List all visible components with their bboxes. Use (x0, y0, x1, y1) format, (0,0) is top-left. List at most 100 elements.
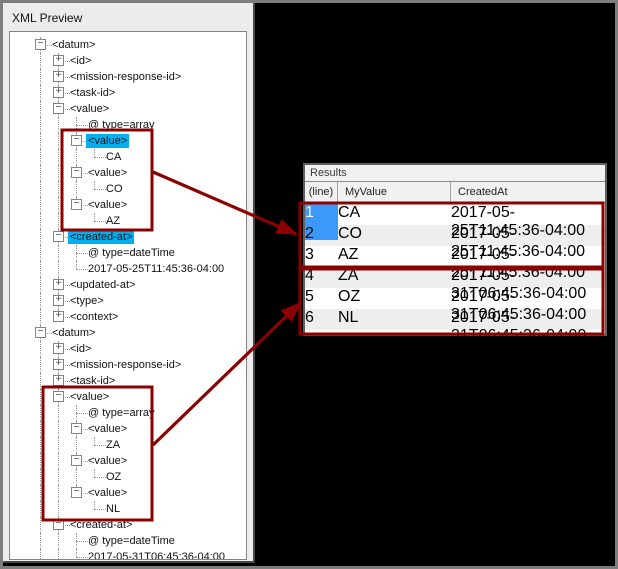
xml-tree[interactable]: − <datum> + <id> + <mission-response-id> + <tas… (9, 31, 247, 560)
tree-row[interactable]: − <value> (10, 485, 246, 501)
tree-row[interactable]: + <context> (10, 309, 246, 325)
tree-node-label[interactable]: CO (104, 182, 125, 196)
column-header-line[interactable]: (line) (305, 182, 338, 203)
tree-node-label[interactable]: <context> (68, 310, 120, 324)
tree-row[interactable]: ZA (10, 437, 246, 453)
tree-node-label[interactable]: NL (104, 502, 122, 516)
tree-node-label[interactable]: <mission-response-id> (68, 358, 183, 372)
expand-toggle-icon[interactable]: + (53, 71, 64, 82)
tree-row[interactable]: − <created-at> (10, 517, 246, 533)
tree-row[interactable]: 2017-05-31T06:45:36-04:00 (10, 549, 246, 559)
tree-node-label[interactable]: <task-id> (68, 374, 117, 388)
collapse-toggle-icon[interactable]: − (53, 103, 64, 114)
tree-node-label[interactable]: AZ (104, 214, 122, 228)
tree-row[interactable]: − <value> (10, 453, 246, 469)
tree-node-label[interactable]: <task-id> (68, 86, 117, 100)
tree-row[interactable]: − <value> (10, 197, 246, 213)
tree-row[interactable]: + <updated-at> (10, 277, 246, 293)
tree-node-label[interactable]: <value> (86, 454, 129, 468)
tree-row[interactable]: NL (10, 501, 246, 517)
tree-node-label[interactable]: 2017-05-31T06:45:36-04:00 (86, 550, 227, 559)
expand-toggle-icon[interactable]: + (53, 295, 64, 306)
expand-toggle-icon[interactable]: + (53, 279, 64, 290)
tree-node-label[interactable]: <id> (68, 54, 93, 68)
cell-createdat[interactable]: 2017-05-31T06:45:36-04:00 (451, 309, 605, 345)
cell-myvalue[interactable]: NL (338, 309, 451, 345)
tree-node-label[interactable]: @ type=dateTime (86, 246, 177, 260)
tree-row[interactable]: − <created-at> (10, 229, 246, 245)
expand-toggle-icon[interactable]: + (53, 375, 64, 386)
tree-node-label[interactable]: <value> (86, 166, 129, 180)
collapse-toggle-icon[interactable]: − (35, 39, 46, 50)
tree-node-label[interactable]: <value> (68, 102, 111, 116)
tree-node-label[interactable]: <created-at> (68, 518, 134, 532)
collapse-toggle-icon[interactable]: − (35, 327, 46, 338)
tree-node-label[interactable]: @ type=array (86, 406, 157, 420)
tree-row[interactable]: AZ (10, 213, 246, 229)
tree-node-label[interactable]: <value> (86, 134, 130, 148)
tree-node-label[interactable]: <created-at> (68, 230, 135, 244)
table-row[interactable]: 3 AZ 2017-05-25T11:45:36-04:00 (305, 246, 605, 281)
tree-row[interactable]: + <id> (10, 341, 246, 357)
expand-toggle-icon[interactable]: + (53, 55, 64, 66)
table-row[interactable]: 4 ZA 2017-05-31T06:45:36-04:00 (305, 267, 605, 302)
table-row[interactable]: 2 CO 2017-05-25T11:45:36-04:00 (305, 225, 605, 260)
collapse-toggle-icon[interactable]: − (71, 135, 82, 146)
tree-row[interactable]: CA (10, 149, 246, 165)
tree-row[interactable]: @ type=array (10, 405, 246, 421)
column-header-myvalue[interactable]: MyValue (338, 182, 451, 203)
tree-node-label[interactable]: 2017-05-25T11:45:36-04:00 (86, 262, 226, 276)
tree-row[interactable]: CO (10, 181, 246, 197)
column-header-createdat[interactable]: CreatedAt (451, 182, 605, 203)
expand-toggle-icon[interactable]: + (53, 87, 64, 98)
tree-node-label[interactable]: ZA (104, 438, 122, 452)
collapse-toggle-icon[interactable]: − (53, 519, 64, 530)
tree-row[interactable]: 2017-05-25T11:45:36-04:00 (10, 261, 246, 277)
collapse-toggle-icon[interactable]: − (53, 231, 64, 242)
tree-row[interactable]: + <task-id> (10, 373, 246, 389)
tree-node-label[interactable]: CA (104, 150, 123, 164)
tree-node-label[interactable]: <updated-at> (68, 278, 137, 292)
tree-node-label[interactable]: <type> (68, 294, 106, 308)
table-row[interactable]: 1 CA 2017-05-25T11:45:36-04:00 (305, 204, 605, 240)
tree-node-label[interactable]: OZ (104, 470, 123, 484)
tree-row[interactable]: − <value> (10, 165, 246, 181)
collapse-toggle-icon[interactable]: − (53, 391, 64, 402)
collapse-toggle-icon[interactable]: − (71, 487, 82, 498)
expand-toggle-icon[interactable]: + (53, 359, 64, 370)
collapse-toggle-icon[interactable]: − (71, 423, 82, 434)
tree-row[interactable]: − <datum> (10, 325, 246, 341)
tree-row[interactable]: + <mission-response-id> (10, 69, 246, 85)
tree-row[interactable]: @ type=dateTime (10, 245, 246, 261)
tree-node-label[interactable]: <value> (86, 198, 129, 212)
tree-node-label[interactable]: @ type=dateTime (86, 534, 177, 548)
tree-row[interactable]: @ type=dateTime (10, 533, 246, 549)
cell-line[interactable]: 6 (305, 309, 338, 345)
tree-row[interactable]: − <value> (10, 421, 246, 437)
tree-row[interactable]: + <task-id> (10, 85, 246, 101)
tree-node-label[interactable]: @ type=array (86, 118, 157, 132)
tree-row[interactable]: + <id> (10, 53, 246, 69)
tree-row[interactable]: − <value> (10, 389, 246, 405)
tree-node-label[interactable]: <datum> (50, 326, 97, 340)
tree-node-label[interactable]: <value> (86, 422, 129, 436)
expand-toggle-icon[interactable]: + (53, 311, 64, 322)
tree-row[interactable]: + <mission-response-id> (10, 357, 246, 373)
table-row[interactable]: 5 OZ 2017-05-31T06:45:36-04:00 (305, 288, 605, 323)
tree-node-label[interactable]: <mission-response-id> (68, 70, 183, 84)
tree-row[interactable]: − <datum> (10, 37, 246, 53)
expand-toggle-icon[interactable]: + (53, 343, 64, 354)
tree-node-label[interactable]: <value> (86, 486, 129, 500)
tree-row[interactable]: @ type=array (10, 117, 246, 133)
tree-node-label[interactable]: <value> (68, 390, 111, 404)
collapse-toggle-icon[interactable]: − (71, 199, 82, 210)
tree-node-label[interactable]: <datum> (50, 38, 97, 52)
tree-row[interactable]: OZ (10, 469, 246, 485)
tree-row[interactable]: − <value> (10, 101, 246, 117)
tree-node-label[interactable]: <id> (68, 342, 93, 356)
tree-row[interactable]: − <value> (10, 133, 246, 149)
collapse-toggle-icon[interactable]: − (71, 455, 82, 466)
tree-row[interactable]: + <type> (10, 293, 246, 309)
collapse-toggle-icon[interactable]: − (71, 167, 82, 178)
table-row[interactable]: 6 NL 2017-05-31T06:45:36-04:00 (305, 309, 605, 344)
